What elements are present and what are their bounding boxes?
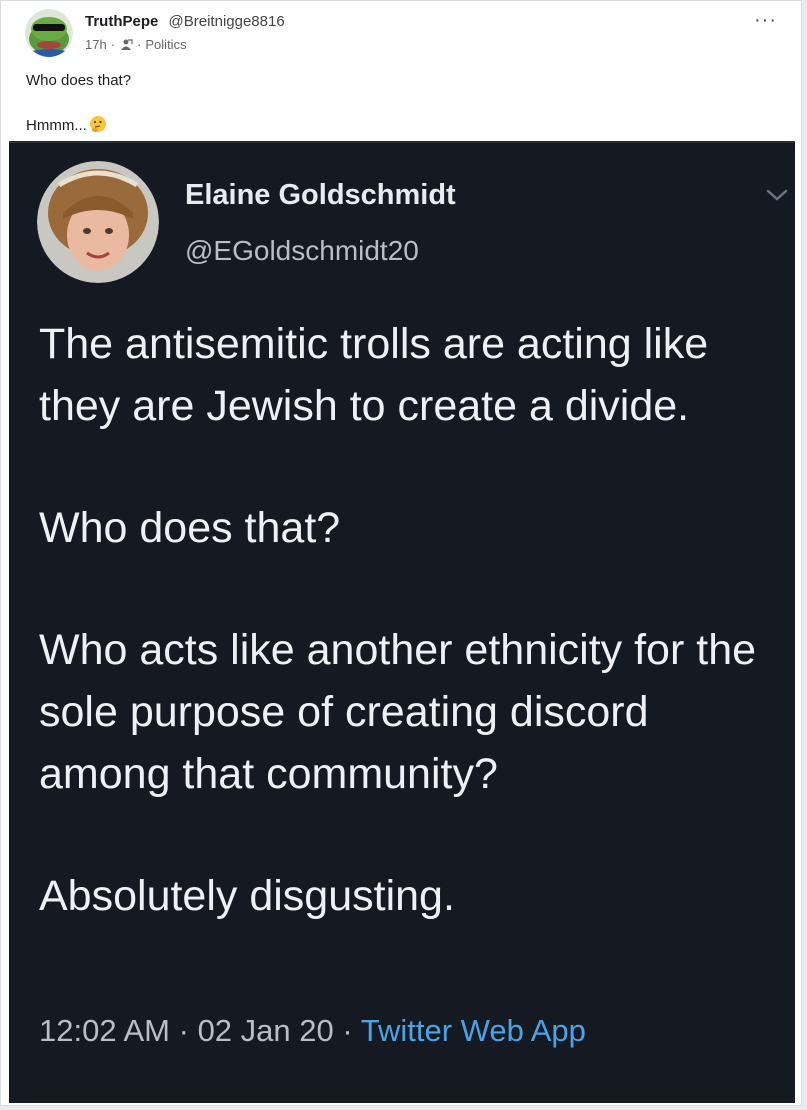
audience-icon[interactable] <box>119 38 133 52</box>
tweet-paragraph: Absolutely disgusting. <box>39 872 455 920</box>
more-options-button[interactable]: ··· <box>754 9 777 32</box>
tweet-author-handle: @EGoldschmidt20 <box>185 235 419 266</box>
post-text: Who does that? Hmmm... <box>26 71 131 136</box>
tweet-paragraph: The antisemitic trolls are acting like t… <box>39 320 709 430</box>
tweet-screenshot[interactable]: Elaine Goldschmidt @EGoldschmidt20 The a… <box>9 141 795 1103</box>
tweet-paragraph: Who acts like another ethnicity for the … <box>39 626 757 798</box>
post-meta: 17h · · Politics <box>85 37 187 52</box>
tweet-avatar <box>37 161 159 283</box>
tweet-time: 12:02 AM <box>39 1013 170 1048</box>
post-time[interactable]: 17h <box>85 37 107 52</box>
post-card: TruthPepe @Breitnigge8816 17h · · Politi… <box>0 0 802 1106</box>
footer-separator: · <box>178 1013 189 1048</box>
author-line: TruthPepe @Breitnigge8816 <box>85 13 285 30</box>
thinking-face-icon <box>89 116 106 132</box>
author-handle[interactable]: @Breitnigge8816 <box>169 13 285 30</box>
tweet-body: The antisemitic trolls are acting like t… <box>39 313 769 927</box>
post-line-text: Hmmm... <box>26 117 87 134</box>
tweet-paragraph: Who does that? <box>39 504 341 552</box>
tweet-author-name: Elaine Goldschmidt <box>185 179 456 211</box>
tweet-date: 02 Jan 20 <box>197 1013 334 1048</box>
footer-separator: · <box>342 1013 353 1048</box>
post-category[interactable]: Politics <box>145 37 186 52</box>
author-avatar[interactable] <box>25 9 73 57</box>
pepe-avatar-icon <box>25 9 73 57</box>
author-name[interactable]: TruthPepe <box>85 13 158 30</box>
meta-separator: · <box>110 37 116 52</box>
meta-separator: · <box>137 37 142 52</box>
post-line: Hmmm... <box>26 115 131 136</box>
post-line: Who does that? <box>26 72 132 89</box>
profile-photo-icon <box>37 161 159 283</box>
tweet-source-app: Twitter Web App <box>360 1013 586 1048</box>
tweet-footer: 12:02 AM · 02 Jan 20 · Twitter Web App <box>39 1013 586 1049</box>
chevron-down-icon <box>766 189 788 201</box>
